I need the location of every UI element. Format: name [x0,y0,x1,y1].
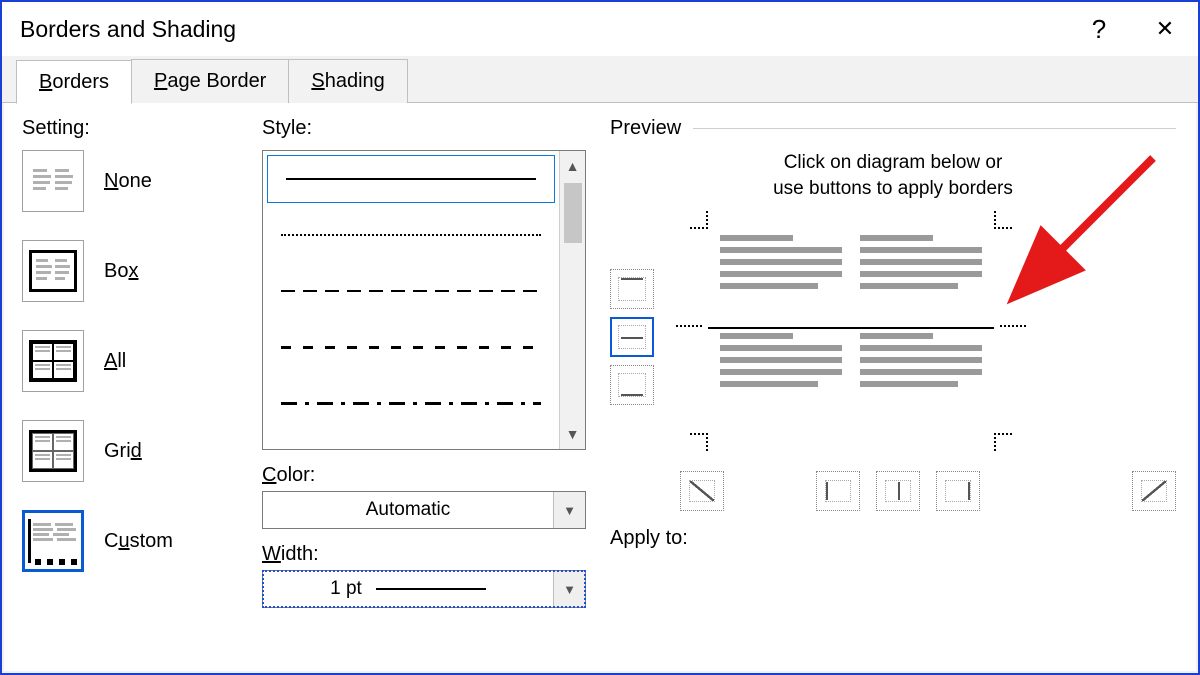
preview-diagonal-down-button[interactable] [680,471,724,511]
all-icon [22,330,84,392]
width-value: 1 pt [330,578,362,600]
setting-heading: Setting: [22,117,244,140]
color-value: Automatic [263,492,553,528]
color-combo[interactable]: Automatic ▼ [262,491,586,529]
custom-icon [22,510,84,572]
preview-heading: Preview [610,117,681,140]
style-option-dash-medium[interactable] [263,319,559,375]
box-icon [22,240,84,302]
style-option-dotted[interactable] [263,207,559,263]
borders-and-shading-dialog: Borders and Shading ? ✕ Borders Page Bor… [0,0,1200,675]
dialog-title: Borders and Shading [20,16,236,43]
style-heading: Style: [262,117,586,140]
width-combo[interactable]: 1 pt ▼ [262,570,586,608]
style-list[interactable]: ▲ ▼ [262,150,586,450]
preview-diagonal-up-button[interactable] [1132,471,1176,511]
apply-to-label: Apply to: [610,527,1176,550]
preview-border-inside-vertical-button[interactable] [876,471,920,511]
preview-hint: Click on diagram below or use buttons to… [610,150,1176,201]
preview-column: Preview Click on diagram below or use bu… [602,103,1196,671]
preview-border-top-button[interactable] [610,269,654,309]
none-icon [22,150,84,212]
style-option-solid[interactable] [267,155,555,203]
dialog-panel: Setting: None Box [4,103,1196,671]
style-column: Style: ▲ ▼ Color: Automatic [254,103,602,671]
setting-option-custom[interactable]: Custom [22,510,244,572]
tab-shading[interactable]: Shading [288,59,407,103]
style-option-dash-long[interactable] [263,263,559,319]
preview-border-bottom-button[interactable] [610,365,654,405]
preview-border-inside-horizontal-button[interactable] [610,317,654,357]
setting-option-all[interactable]: All [22,330,244,392]
setting-option-grid[interactable]: Grid [22,420,244,482]
preview-diagram[interactable] [676,211,1026,451]
width-heading: Width: [262,543,586,566]
scroll-thumb[interactable] [564,183,582,243]
titlebar: Borders and Shading ? ✕ [2,2,1198,56]
style-scrollbar[interactable]: ▲ ▼ [559,151,585,449]
close-button[interactable]: ✕ [1132,2,1198,56]
scroll-up-icon[interactable]: ▲ [560,151,585,181]
color-heading: Color: [262,464,586,487]
chevron-down-icon[interactable]: ▼ [553,492,585,528]
tabstrip: Borders Page Border Shading [2,56,1198,103]
setting-option-none[interactable]: None [22,150,244,212]
tab-page-border[interactable]: Page Border [131,59,289,103]
tab-borders[interactable]: Borders [16,60,132,104]
setting-option-box[interactable]: Box [22,240,244,302]
width-sample-line-icon [376,588,486,590]
chevron-down-icon[interactable]: ▼ [553,571,585,607]
setting-column: Setting: None Box [4,103,254,671]
scroll-down-icon[interactable]: ▼ [560,419,585,449]
preview-border-left-button[interactable] [816,471,860,511]
preview-vertical-buttons [610,269,658,451]
preview-horizontal-buttons [610,471,1176,511]
preview-border-right-button[interactable] [936,471,980,511]
grid-icon [22,420,84,482]
style-option-dash-dot[interactable] [263,375,559,431]
help-button[interactable]: ? [1066,2,1132,56]
